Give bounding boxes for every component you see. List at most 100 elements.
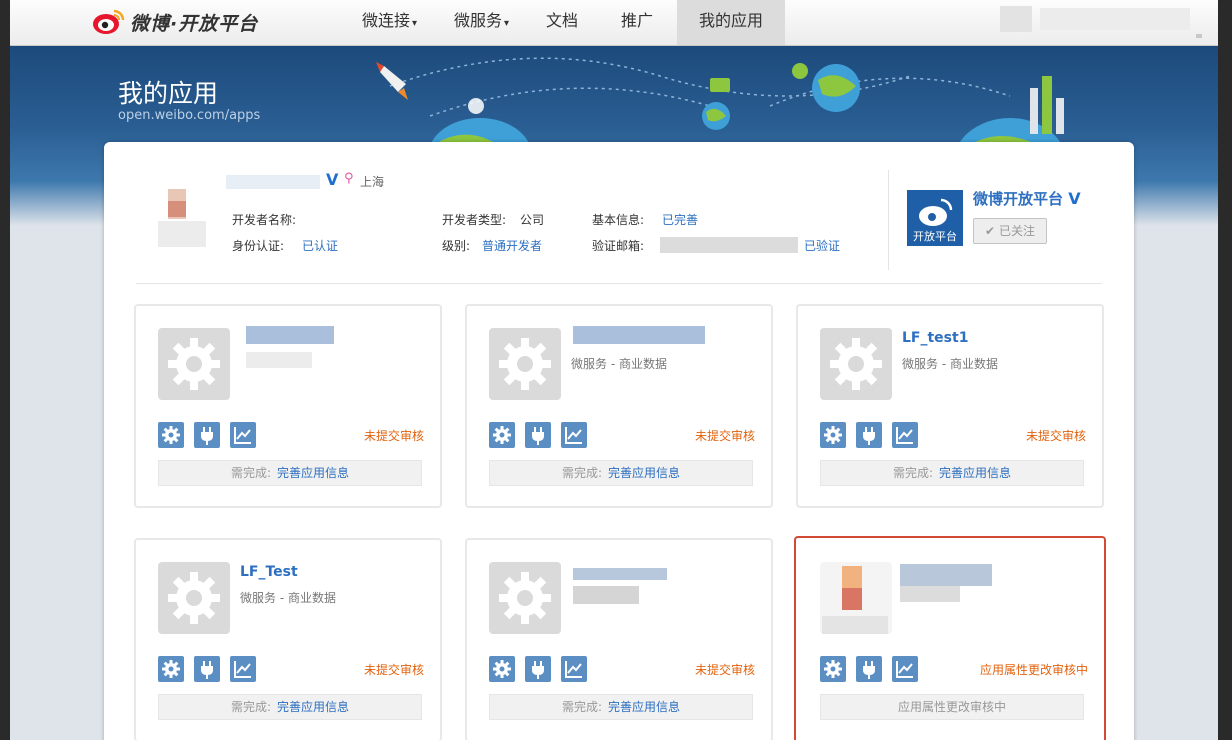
stats-tool-button[interactable] — [230, 656, 256, 682]
settings-tool-button[interactable] — [820, 656, 846, 682]
app-subtitle: 微服务 - 商业数据 — [902, 357, 998, 371]
app-card[interactable]: 未提交审核 需完成: 完善应用信息 — [465, 538, 773, 740]
complete-info-link[interactable]: 完善应用信息 — [277, 466, 349, 480]
gear-icon — [830, 338, 882, 390]
email-verified-value[interactable]: 已验证 — [804, 237, 840, 254]
stats-tool-button[interactable] — [892, 656, 918, 682]
official-name[interactable]: 微博开放平台 V — [973, 188, 1081, 209]
app-subtitle-blurred — [573, 586, 639, 604]
app-name-blurred[interactable] — [900, 564, 992, 586]
todo-bar: 需完成: 完善应用信息 — [158, 694, 422, 720]
followed-button[interactable]: ✔ 已关注 — [973, 218, 1047, 244]
developer-avatar[interactable] — [154, 187, 210, 249]
nav-my-apps[interactable]: 我的应用 — [677, 0, 785, 45]
stats-tool-button[interactable] — [230, 422, 256, 448]
chart-line-icon — [896, 427, 913, 444]
app-name[interactable]: LF_test1 — [902, 330, 968, 346]
settings-tool-button[interactable] — [158, 656, 184, 682]
review-status: 未提交审核 — [694, 663, 755, 677]
app-subtitle-blurred — [246, 352, 312, 368]
gear-icon — [499, 338, 551, 390]
app-card[interactable]: 微服务 - 商业数据 未提交审核 需完成: 完善应用信息 — [465, 304, 773, 508]
gear-icon — [824, 426, 842, 444]
developer-location: 上海 — [360, 175, 385, 189]
check-icon: ✔ — [985, 224, 996, 238]
email-blurred — [660, 237, 798, 253]
plug-icon — [201, 661, 213, 679]
app-icon[interactable] — [158, 562, 230, 634]
nav-weifuwu[interactable]: 微服务 ▾ — [454, 0, 509, 45]
open-platform-logo[interactable]: 开放平台 — [907, 190, 963, 246]
settings-tool-button[interactable] — [489, 422, 515, 448]
app-subtitle: 微服务 - 商业数据 — [571, 357, 667, 371]
complete-info-link[interactable]: 完善应用信息 — [939, 466, 1011, 480]
nav-promote[interactable]: 推广 — [621, 0, 653, 45]
basic-info-label: 基本信息: — [592, 213, 645, 227]
complete-info-link[interactable]: 完善应用信息 — [277, 700, 349, 714]
stats-tool-button[interactable] — [892, 422, 918, 448]
todo-label: 需完成: — [561, 700, 603, 714]
todo-label: 需完成: — [561, 466, 603, 480]
plug-icon — [201, 427, 213, 445]
review-status-bar: 应用属性更改审核中 — [820, 694, 1084, 720]
nav-label: 我的应用 — [698, 11, 763, 30]
nav-label: 微连接 — [362, 11, 411, 30]
review-status: 未提交审核 — [363, 663, 424, 677]
developer-name-blurred — [226, 175, 320, 189]
stats-tool-button[interactable] — [561, 422, 587, 448]
gear-icon — [162, 426, 180, 444]
app-card[interactable]: LF_Test 微服务 - 商业数据 未提交审核 需完成: 完善应用信息 — [134, 538, 442, 740]
app-card[interactable]: 未提交审核 需完成: 完善应用信息 — [134, 304, 442, 508]
verified-v-icon: V — [1068, 189, 1081, 208]
plug-icon — [863, 661, 875, 679]
app-icon[interactable] — [489, 328, 561, 400]
app-icon[interactable] — [158, 328, 230, 400]
official-account-box: 开放平台 微博开放平台 V ✔ 已关注 — [888, 170, 1121, 270]
gear-icon — [493, 426, 511, 444]
app-name-blurred[interactable] — [573, 326, 705, 344]
chevron-down-icon: ▾ — [412, 18, 418, 29]
rocket-icon — [376, 62, 408, 100]
level-value[interactable]: 普通开发者 — [482, 237, 542, 254]
app-custom-icon[interactable] — [820, 562, 892, 634]
app-name[interactable]: LF_Test — [240, 564, 298, 580]
main-panel: V ⚲ 上海 开发者名称: 身份认证: 已认证 开发者类型: 公司 级别: 普通… — [104, 142, 1134, 740]
nav-label: 推广 — [621, 11, 654, 30]
gear-icon — [168, 338, 220, 390]
app-icon[interactable] — [820, 328, 892, 400]
user-dropdown-icon[interactable] — [1196, 34, 1202, 38]
user-name-blurred[interactable] — [1040, 8, 1190, 30]
todo-bar: 需完成: 完善应用信息 — [489, 694, 753, 720]
banner-title: 我的应用 — [118, 79, 219, 108]
banner-url: open.weibo.com/apps — [118, 108, 261, 123]
chart-line-icon — [565, 427, 582, 444]
chart-line-icon — [896, 661, 913, 678]
plugin-tool-button[interactable] — [525, 422, 551, 448]
nav-weilianjie[interactable]: 微连接 ▾ — [362, 0, 417, 45]
weibo-logo[interactable]: 微博·开放平台 — [92, 8, 258, 36]
plugin-tool-button[interactable] — [856, 422, 882, 448]
app-icon[interactable] — [489, 562, 561, 634]
app-card[interactable]: LF_test1 微服务 - 商业数据 未提交审核 需完成: 完善应用信息 — [796, 304, 1104, 508]
gear-icon — [168, 572, 220, 624]
divider — [136, 283, 1102, 284]
stats-tool-button[interactable] — [561, 656, 587, 682]
plugin-tool-button[interactable] — [525, 656, 551, 682]
app-card-under-review[interactable]: 应用属性更改审核中 应用属性更改审核中 — [794, 536, 1106, 740]
app-name-blurred[interactable] — [246, 326, 334, 344]
email-label: 验证邮箱: — [592, 239, 645, 253]
complete-info-link[interactable]: 完善应用信息 — [608, 700, 680, 714]
settings-tool-button[interactable] — [158, 422, 184, 448]
settings-tool-button[interactable] — [820, 422, 846, 448]
complete-info-link[interactable]: 完善应用信息 — [608, 466, 680, 480]
settings-tool-button[interactable] — [489, 656, 515, 682]
plugin-tool-button[interactable] — [194, 656, 220, 682]
plugin-tool-button[interactable] — [856, 656, 882, 682]
app-name-blurred[interactable] — [573, 568, 667, 580]
user-avatar-blurred[interactable] — [1000, 6, 1032, 32]
basic-info-value[interactable]: 已完善 — [662, 211, 698, 228]
review-status: 未提交审核 — [363, 429, 424, 443]
plugin-tool-button[interactable] — [194, 422, 220, 448]
id-verify-value[interactable]: 已认证 — [302, 237, 338, 254]
nav-docs[interactable]: 文档 — [546, 0, 578, 45]
